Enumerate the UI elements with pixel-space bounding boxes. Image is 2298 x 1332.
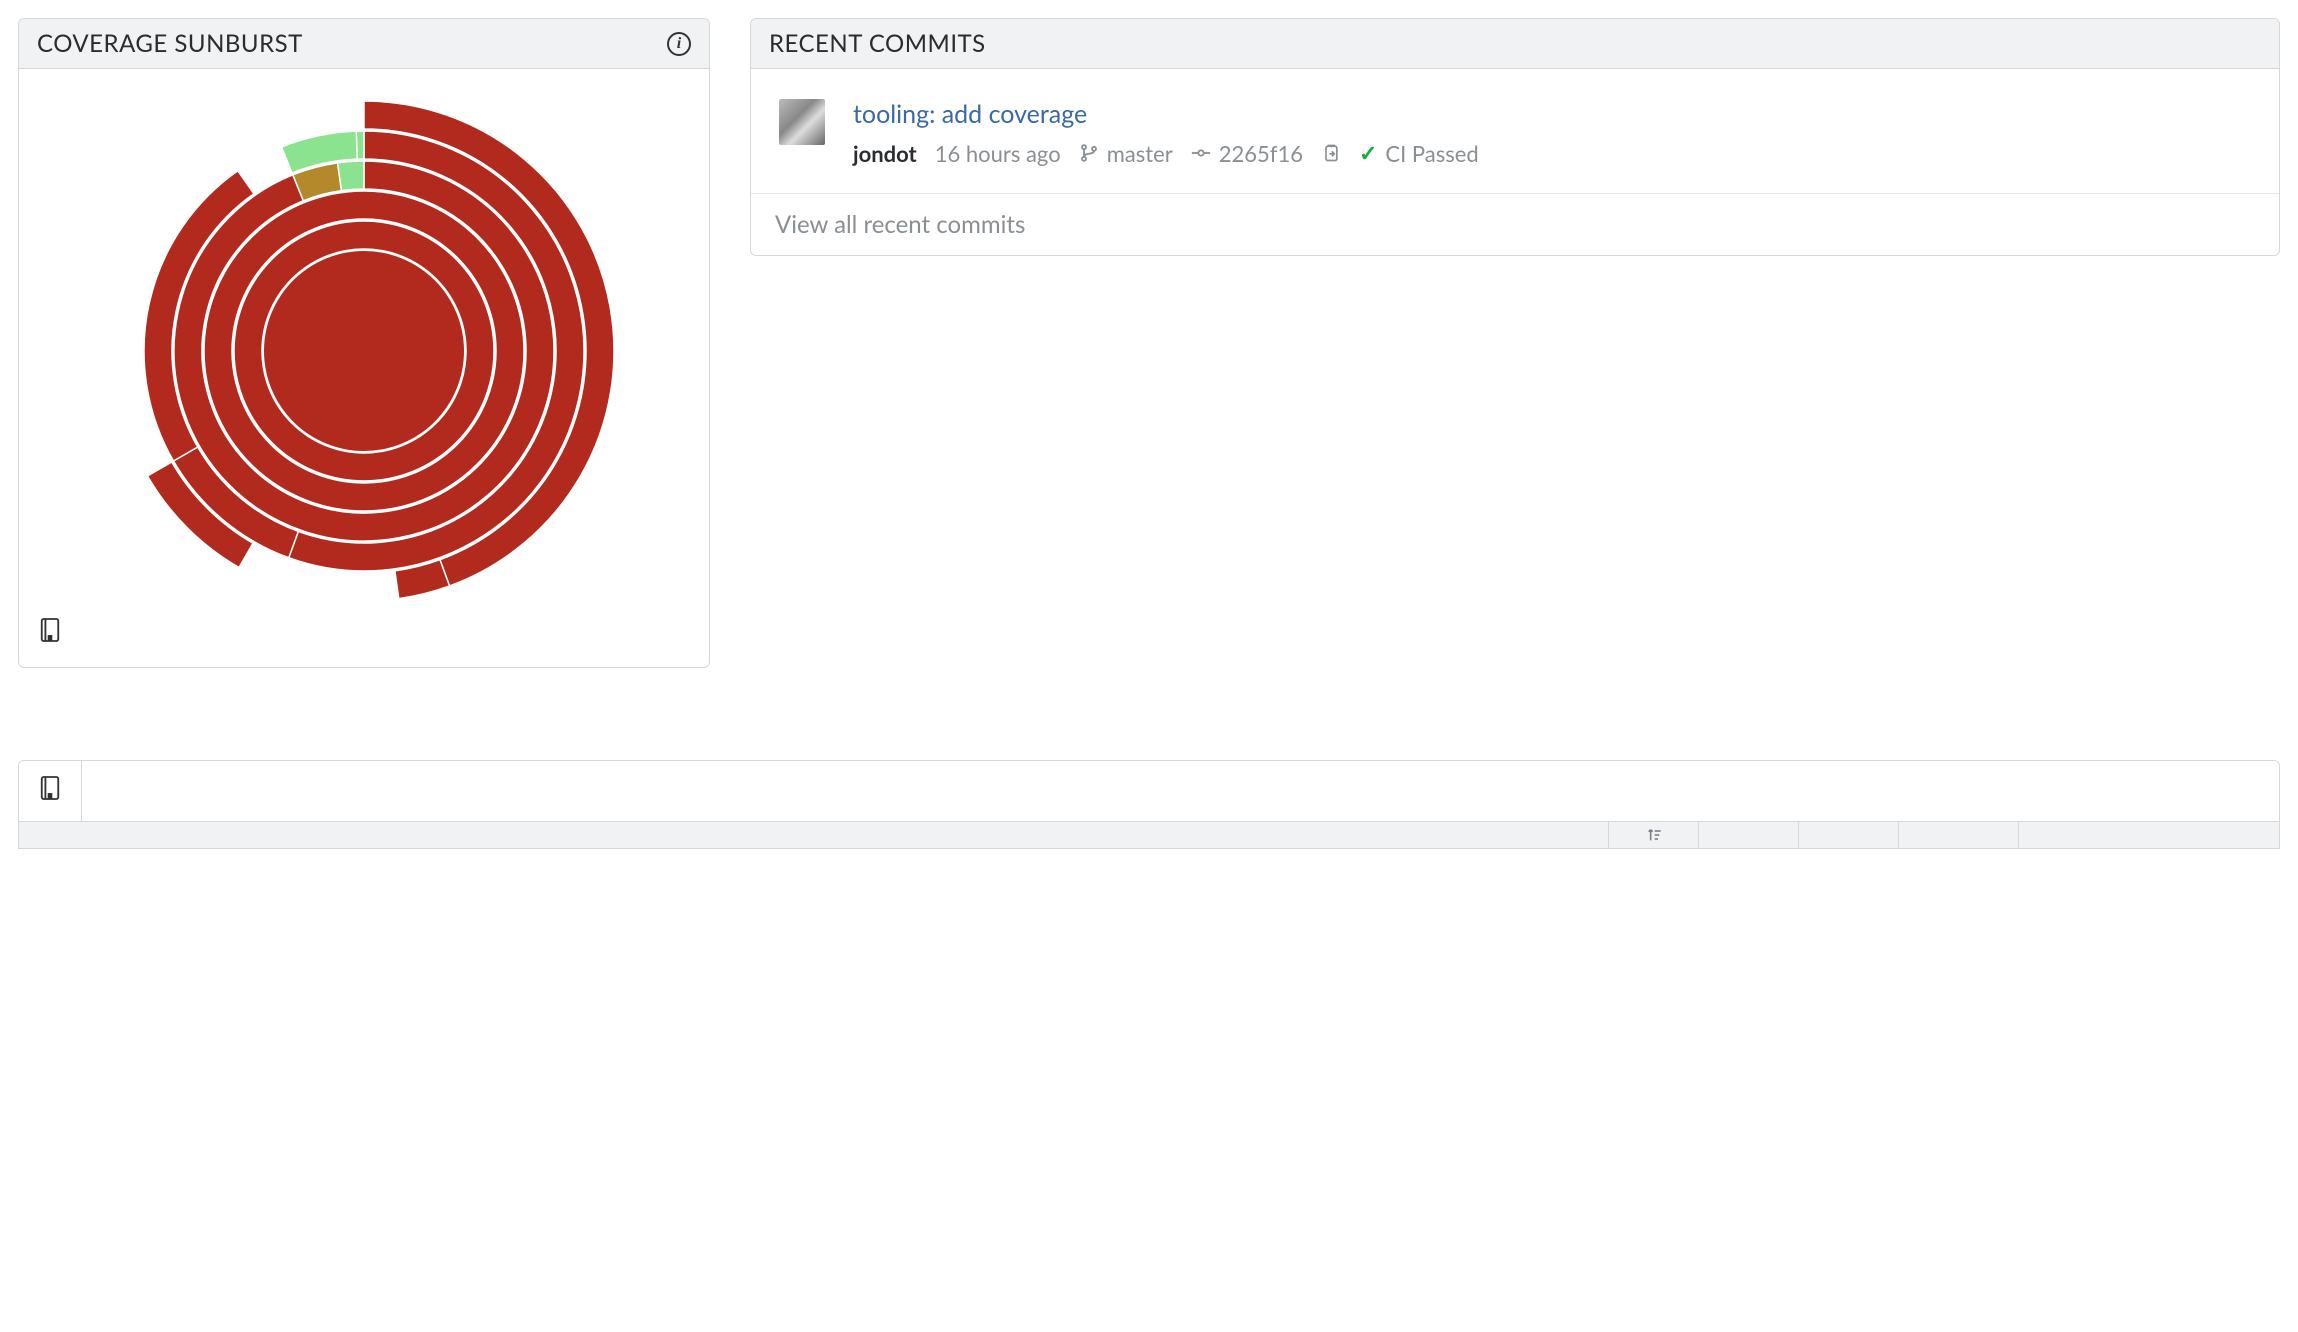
- info-icon[interactable]: i: [667, 32, 691, 56]
- repo-icon: [39, 775, 61, 807]
- view-all-commits-link[interactable]: View all recent commits: [751, 194, 2279, 255]
- files-table-header-row: [19, 822, 2279, 848]
- files-col-4[interactable]: [1899, 822, 2019, 848]
- coverage-sunburst-title: COVERAGE SUNBURST: [37, 29, 303, 58]
- files-col-name[interactable]: [19, 822, 1609, 848]
- files-col-5[interactable]: [2019, 822, 2279, 848]
- files-table-card: [18, 760, 2280, 849]
- commit-icon: [1191, 143, 1211, 163]
- copy-sha-button[interactable]: [1321, 143, 1341, 163]
- coverage-sunburst-header: COVERAGE SUNBURST i: [19, 19, 709, 69]
- commit-author: jondot: [853, 140, 917, 167]
- coverage-sunburst-chart[interactable]: [39, 91, 689, 611]
- ci-status: ✓ CI Passed: [1359, 139, 1479, 167]
- ci-status-text: CI Passed: [1385, 140, 1478, 167]
- coverage-sunburst-card: COVERAGE SUNBURST i: [18, 18, 710, 668]
- recent-commits-header: RECENT COMMITS: [751, 19, 2279, 69]
- commit-sha[interactable]: 2265f16: [1191, 140, 1303, 167]
- recent-commits-card: RECENT COMMITS tooling: add coverage jon…: [750, 18, 2280, 256]
- commit-sha-text: 2265f16: [1219, 140, 1303, 167]
- check-icon: ✓: [1359, 139, 1377, 167]
- commit-row: tooling: add coverage jondot 16 hours ag…: [751, 69, 2279, 194]
- coverage-sunburst-body: [19, 69, 709, 667]
- sort-icon: [1645, 827, 1663, 843]
- avatar[interactable]: [779, 99, 825, 145]
- branch-icon: [1079, 143, 1099, 163]
- repo-icon[interactable]: [39, 617, 689, 649]
- files-table-tabbar: [19, 761, 2279, 822]
- commit-message-link[interactable]: tooling: add coverage: [853, 99, 2251, 129]
- commit-age: 16 hours ago: [935, 140, 1061, 167]
- files-col-2[interactable]: [1699, 822, 1799, 848]
- files-col-3[interactable]: [1799, 822, 1899, 848]
- recent-commits-title: RECENT COMMITS: [769, 29, 986, 58]
- commit-branch-name: master: [1107, 140, 1173, 167]
- files-col-sort[interactable]: [1609, 822, 1699, 848]
- tab-files[interactable]: [19, 761, 82, 821]
- clipboard-icon: [1321, 143, 1341, 163]
- commit-meta: jondot 16 hours ago master 2265f16 ✓: [853, 139, 2251, 167]
- commit-branch[interactable]: master: [1079, 140, 1173, 167]
